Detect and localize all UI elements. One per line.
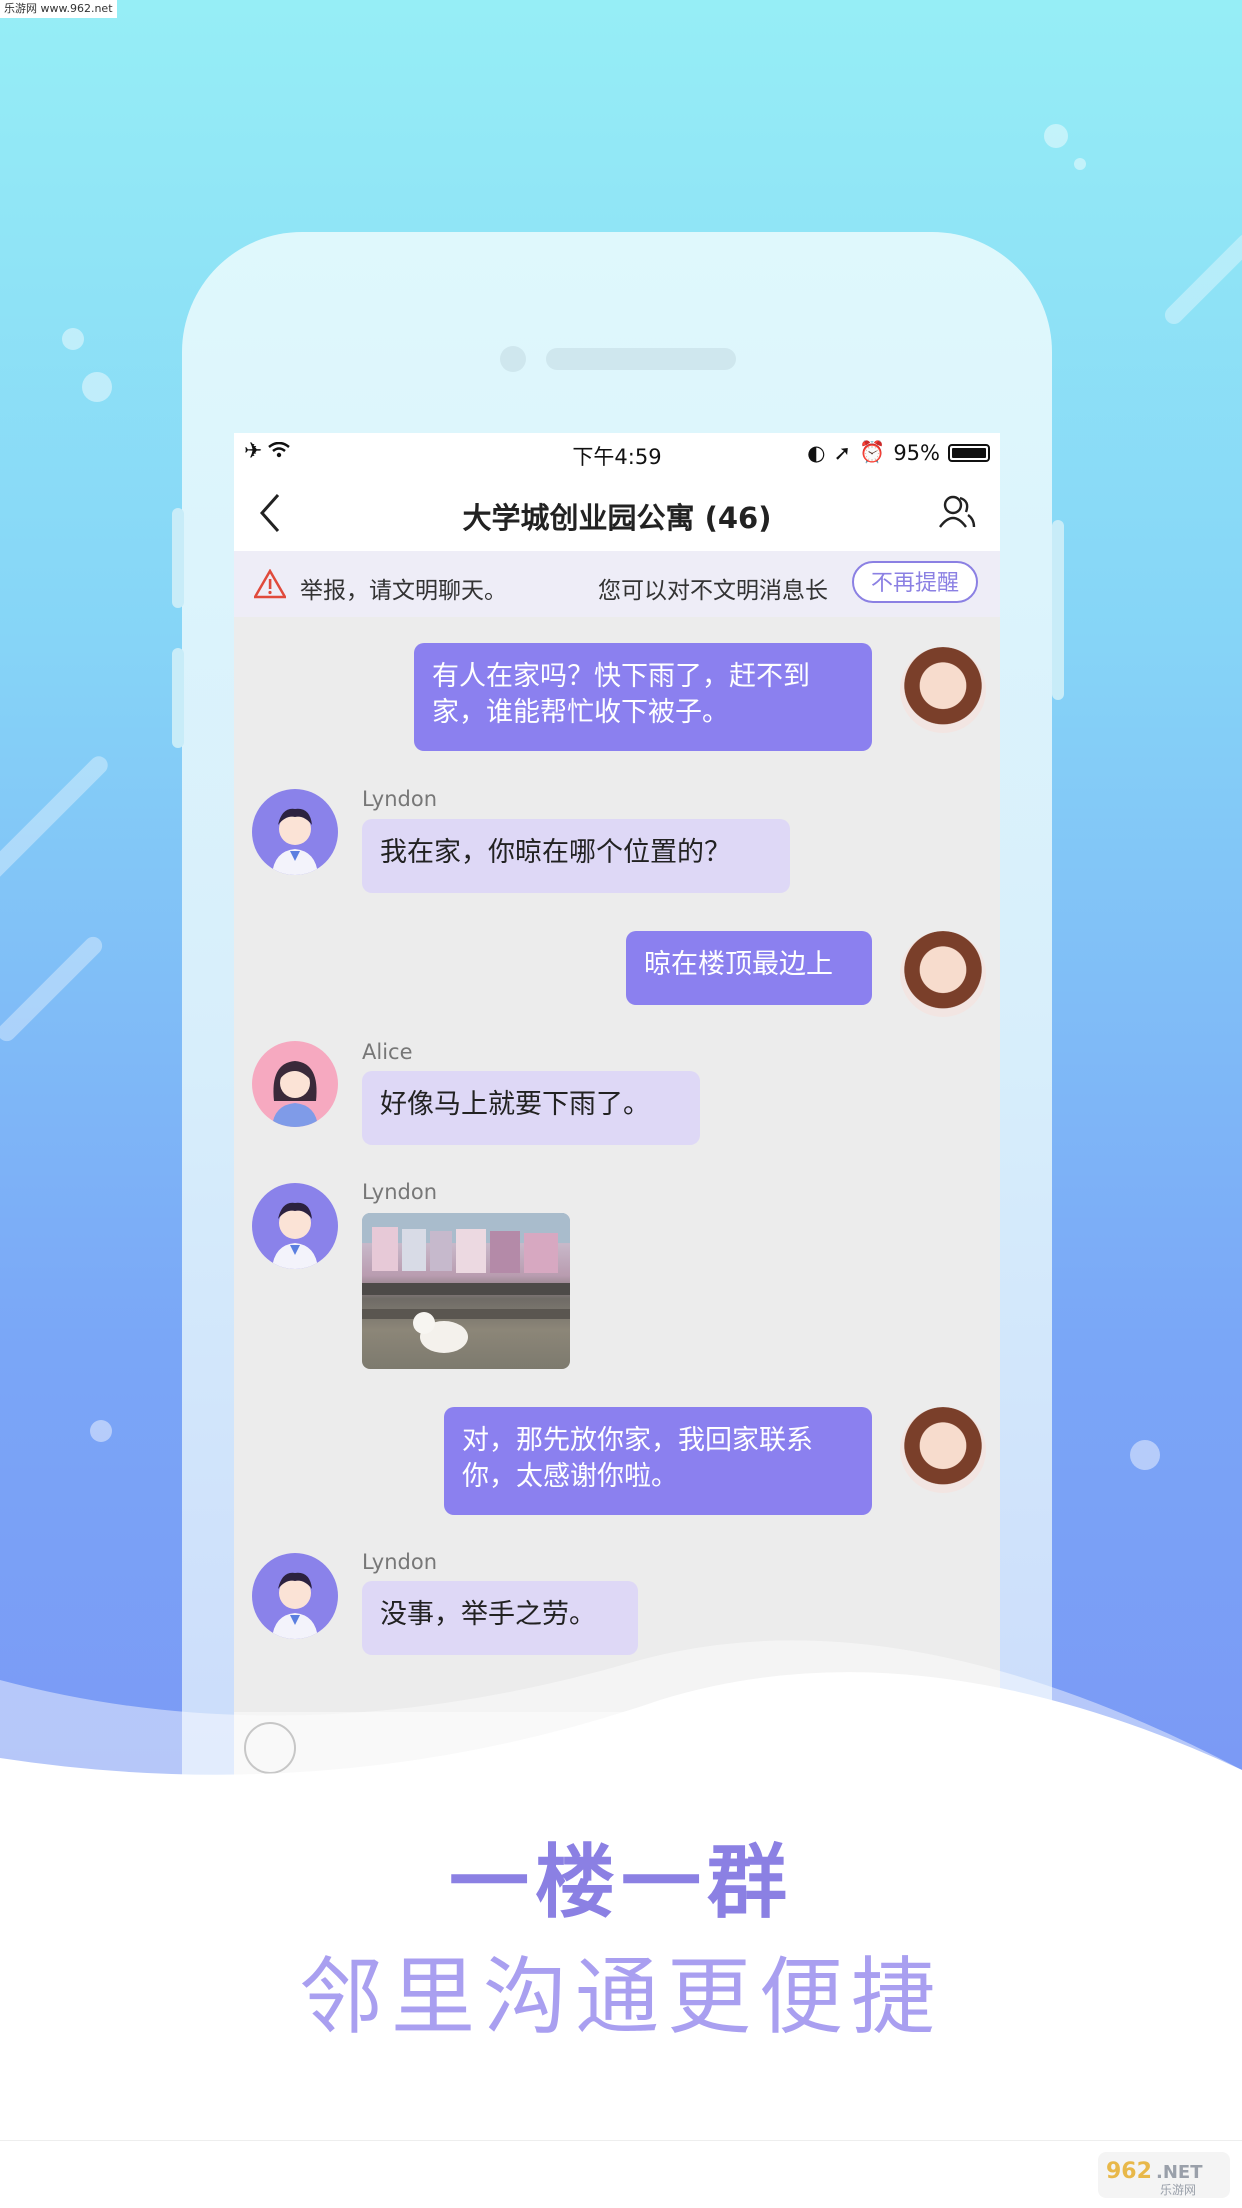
phone-camera bbox=[500, 346, 526, 372]
phone-side-button bbox=[1052, 520, 1064, 700]
sender-name: Lyndon bbox=[362, 1550, 437, 1574]
status-bar: ✈ 下午4:59 ◐ ➚ ⏰ 95% bbox=[234, 433, 1000, 473]
avatar-lyndon[interactable] bbox=[252, 1553, 338, 1639]
civility-notice: 举报，请文明聊天。 您可以对不文明消息长 不再提醒 bbox=[234, 551, 1000, 617]
phone-side-button bbox=[172, 508, 184, 608]
nav-bar: 大学城创业园公寓 (46) bbox=[234, 473, 1000, 551]
svg-text:乐游网: 乐游网 bbox=[1160, 2183, 1196, 2197]
chat-screen: ✈ 下午4:59 ◐ ➚ ⏰ 95% 大学城创业园公寓 (46) 举报，请文明聊… bbox=[234, 433, 1000, 1773]
subline: 邻里沟通更便捷 bbox=[298, 1948, 943, 2046]
decor-dot bbox=[1130, 1440, 1160, 1470]
phone-side-button bbox=[172, 648, 184, 748]
decor-dot bbox=[82, 372, 112, 402]
message-text: 没事，举手之劳。 bbox=[380, 1599, 596, 1630]
message-text: 有人在家吗？快下雨了，赶不到家，谁能帮忙收下被子。 bbox=[432, 661, 810, 728]
decor-dot bbox=[62, 328, 84, 350]
message-text: 晾在楼顶最边上 bbox=[644, 949, 833, 980]
message-bubble-outgoing[interactable]: 晾在楼顶最边上 bbox=[626, 931, 872, 1005]
avatar-me[interactable] bbox=[900, 647, 986, 733]
members-icon[interactable] bbox=[938, 495, 976, 529]
decor-dot bbox=[1044, 124, 1068, 148]
message-photo[interactable] bbox=[362, 1213, 570, 1369]
notice-text-right: 您可以对不文明消息长 bbox=[598, 578, 828, 604]
sender-name: Lyndon bbox=[362, 787, 437, 811]
message-text: 对，那先放你家，我回家联系你，太感谢你啦。 bbox=[462, 1425, 813, 1492]
site-logo: 962 .NET 乐游网 bbox=[1098, 2152, 1230, 2198]
battery-icon bbox=[948, 443, 990, 462]
alarm-icon: ⏰ bbox=[859, 440, 886, 464]
message-bubble-outgoing[interactable]: 有人在家吗？快下雨了，赶不到家，谁能帮忙收下被子。 bbox=[414, 643, 872, 751]
watermark: 乐游网 www.962.net bbox=[0, 0, 117, 18]
avatar-me[interactable] bbox=[900, 931, 986, 1017]
notice-text-left: 举报，请文明聊天。 bbox=[300, 578, 507, 604]
divider bbox=[0, 2140, 1242, 2141]
avatar-lyndon[interactable] bbox=[252, 789, 338, 875]
svg-text:962: 962 bbox=[1106, 2159, 1152, 2184]
status-right: ◐ ➚ ⏰ 95% bbox=[807, 440, 990, 465]
message-bubble-incoming[interactable]: 我在家，你晾在哪个位置的？ bbox=[362, 819, 790, 893]
phone-speaker bbox=[546, 348, 736, 370]
chat-title: 大学城创业园公寓 (46) bbox=[462, 501, 772, 535]
avatar-lyndon[interactable] bbox=[252, 1183, 338, 1269]
dismiss-notice-button[interactable]: 不再提醒 bbox=[852, 561, 978, 603]
avatar-alice[interactable] bbox=[252, 1041, 338, 1127]
message-text: 我在家，你晾在哪个位置的？ bbox=[380, 837, 731, 868]
message-bubble-outgoing[interactable]: 对，那先放你家，我回家联系你，太感谢你啦。 bbox=[444, 1407, 872, 1515]
message-bubble-incoming[interactable]: 好像马上就要下雨了。 bbox=[362, 1071, 700, 1145]
decor-dot bbox=[90, 1420, 112, 1442]
sender-name: Lyndon bbox=[362, 1180, 437, 1204]
sender-name: Alice bbox=[362, 1040, 413, 1064]
decor-dot bbox=[1074, 158, 1086, 170]
headline: 一楼一群 bbox=[449, 1836, 793, 1929]
location-icon: ➚ bbox=[833, 440, 852, 465]
warning-icon bbox=[254, 569, 286, 599]
battery-percent: 95% bbox=[893, 440, 940, 465]
orientation-lock-icon: ◐ bbox=[807, 440, 826, 465]
message-text: 好像马上就要下雨了。 bbox=[380, 1089, 650, 1120]
svg-text:.NET: .NET bbox=[1156, 2162, 1203, 2183]
avatar-me[interactable] bbox=[900, 1407, 986, 1493]
